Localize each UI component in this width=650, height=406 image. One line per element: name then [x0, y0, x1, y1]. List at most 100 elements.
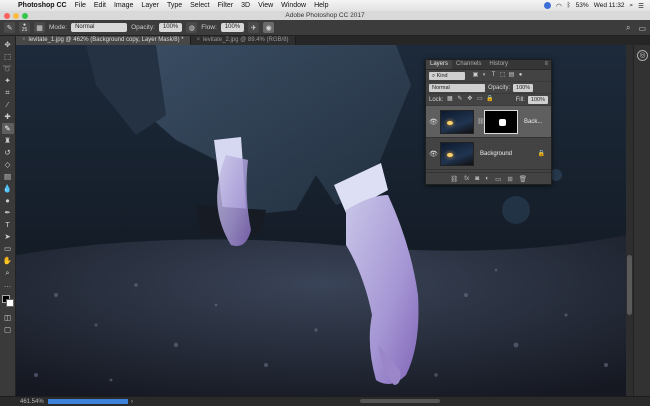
tab-channels[interactable]: Channels	[452, 60, 485, 69]
filter-toggle-icon[interactable]: ●	[517, 72, 524, 79]
mask-icon[interactable]: ◙	[475, 175, 479, 182]
zoom-icon[interactable]: ⌕	[2, 267, 14, 278]
menu-window[interactable]: Window	[277, 2, 310, 9]
visibility-eye-icon[interactable]: 👁	[429, 150, 438, 158]
blend-mode-select[interactable]: Normal	[429, 83, 485, 92]
lock-all-icon[interactable]: 🔒	[486, 96, 493, 103]
screen-mode-icon[interactable]: ▢	[2, 324, 14, 335]
adjustment-filter-icon[interactable]: ◐	[481, 72, 488, 79]
menu-type[interactable]: Type	[163, 2, 186, 9]
background-color[interactable]	[5, 299, 14, 307]
history-brush-icon[interactable]: ↺	[2, 147, 14, 158]
pixel-filter-icon[interactable]: ▣	[472, 72, 479, 79]
pen-icon[interactable]: ✒	[2, 207, 14, 218]
kind-filter-select[interactable]: ⌕ Kind	[429, 71, 465, 80]
menu-list-icon[interactable]: ☰	[638, 2, 644, 10]
layer-thumbnail[interactable]	[440, 141, 474, 166]
tab-levitate-2[interactable]: × levitate_2.jpg @ 89.4% (RGB/8)	[190, 36, 296, 45]
clock-label[interactable]: Wed 11:32	[594, 2, 625, 9]
dodge-icon[interactable]: ●	[2, 195, 14, 206]
menu-filter[interactable]: Filter	[214, 2, 238, 9]
crop-icon[interactable]: ⌗	[2, 87, 14, 98]
new-layer-icon[interactable]: ⊞	[507, 175, 512, 183]
brush-size-picker[interactable]: ● 25	[19, 22, 30, 33]
close-icon[interactable]: ×	[197, 37, 201, 43]
menu-app[interactable]: Photoshop CC	[14, 2, 71, 9]
gradient-icon[interactable]: ▤	[2, 171, 14, 182]
marquee-icon[interactable]: ⬚	[2, 51, 14, 62]
brush-panel-icon[interactable]: ▦	[34, 22, 45, 33]
quick-select-icon[interactable]: ✦	[2, 75, 14, 86]
layer-row-background[interactable]: 👁 Background 🔒	[426, 138, 551, 170]
menu-file[interactable]: File	[71, 2, 90, 9]
more-icon[interactable]: …	[2, 279, 14, 290]
menu-select[interactable]: Select	[186, 2, 213, 9]
brush-icon[interactable]: ✎	[1, 123, 14, 134]
lock-position-icon[interactable]: ✥	[466, 96, 473, 103]
type-filter-icon[interactable]: T	[490, 72, 497, 79]
type-icon[interactable]: T	[2, 219, 14, 230]
menu-image[interactable]: Image	[110, 2, 137, 9]
panel-menu-icon[interactable]: ≡	[544, 60, 551, 69]
menu-3d[interactable]: 3D	[237, 2, 254, 9]
mode-select[interactable]: Normal	[71, 23, 128, 32]
wifi-icon[interactable]: ◠	[556, 2, 562, 10]
lock-artboard-icon[interactable]: ▭	[476, 96, 483, 103]
close-window-button[interactable]	[4, 12, 10, 19]
menu-help[interactable]: Help	[310, 2, 332, 9]
minimize-window-button[interactable]	[13, 12, 19, 19]
scrollbar-thumb[interactable]	[627, 255, 632, 315]
creative-cloud-icon[interactable]	[544, 2, 552, 9]
tab-layers[interactable]: Layers	[426, 60, 453, 69]
layer-opacity-field[interactable]: 100%	[513, 83, 534, 92]
quick-mask-icon[interactable]: ◫	[2, 312, 14, 323]
opacity-field[interactable]: 100%	[158, 23, 183, 32]
layer-mask-thumbnail[interactable]	[484, 109, 518, 134]
shape-icon[interactable]: ▭	[2, 243, 14, 254]
battery-label[interactable]: 53%	[576, 2, 589, 9]
search-icon[interactable]: ⌕	[630, 2, 634, 10]
layer-row-background-copy[interactable]: 👁 ⛓ Back...	[426, 106, 551, 138]
eraser-icon[interactable]: ◇	[2, 159, 14, 170]
menu-edit[interactable]: Edit	[90, 2, 110, 9]
path-select-icon[interactable]: ➤	[2, 231, 14, 242]
color-swatches[interactable]	[1, 295, 14, 307]
tab-levitate-1[interactable]: × levitate_1.jpg @ 462% (Background copy,…	[16, 36, 191, 45]
link-icon[interactable]: ⛓	[450, 175, 458, 183]
airbrush-icon[interactable]: ✈	[248, 22, 260, 33]
eyedropper-icon[interactable]: ⁄	[2, 99, 14, 110]
bluetooth-icon[interactable]: ᛒ	[567, 2, 571, 9]
libraries-icon[interactable]: ◎	[637, 50, 648, 61]
search-icon[interactable]: ⌕	[626, 23, 630, 33]
shape-filter-icon[interactable]: ⬚	[499, 72, 506, 79]
mask-link-icon[interactable]: ⛓	[477, 118, 485, 125]
visibility-eye-icon[interactable]: 👁	[429, 118, 438, 126]
menu-view[interactable]: View	[254, 2, 277, 9]
flow-field[interactable]: 100%	[220, 23, 245, 32]
pressure-opacity-icon[interactable]: ◍	[186, 22, 198, 33]
layer-name[interactable]: Back...	[524, 119, 542, 125]
close-icon[interactable]: ×	[22, 37, 26, 43]
pressure-size-icon[interactable]: ◉	[263, 22, 275, 33]
healing-icon[interactable]: ✚	[2, 111, 14, 122]
fill-field[interactable]: 100%	[527, 95, 548, 104]
smart-object-filter-icon[interactable]: ▤	[508, 72, 515, 79]
tool-preset-brush-icon[interactable]: ✎	[4, 22, 15, 33]
lock-image-icon[interactable]: ✎	[456, 96, 463, 103]
hand-icon[interactable]: ✋	[2, 255, 14, 266]
menu-layer[interactable]: Layer	[137, 2, 163, 9]
lasso-icon[interactable]: ➰	[2, 63, 14, 74]
stamp-icon[interactable]: ♜	[2, 135, 14, 146]
zoom-level[interactable]: 461.54%	[0, 399, 44, 405]
zoom-window-button[interactable]	[22, 12, 28, 19]
lock-pixels-icon[interactable]: ▦	[446, 96, 453, 103]
adjustment-icon[interactable]: ◐	[485, 175, 489, 182]
vertical-scrollbar[interactable]	[626, 45, 633, 396]
blur-icon[interactable]: 💧	[2, 183, 14, 194]
trash-icon[interactable]: 🗑	[519, 175, 527, 183]
layer-thumbnail[interactable]	[440, 109, 474, 134]
layer-name[interactable]: Background	[480, 151, 512, 157]
group-icon[interactable]: ▭	[495, 175, 501, 183]
status-menu-icon[interactable]: ›	[131, 399, 133, 405]
fx-icon[interactable]: fx	[464, 175, 469, 182]
